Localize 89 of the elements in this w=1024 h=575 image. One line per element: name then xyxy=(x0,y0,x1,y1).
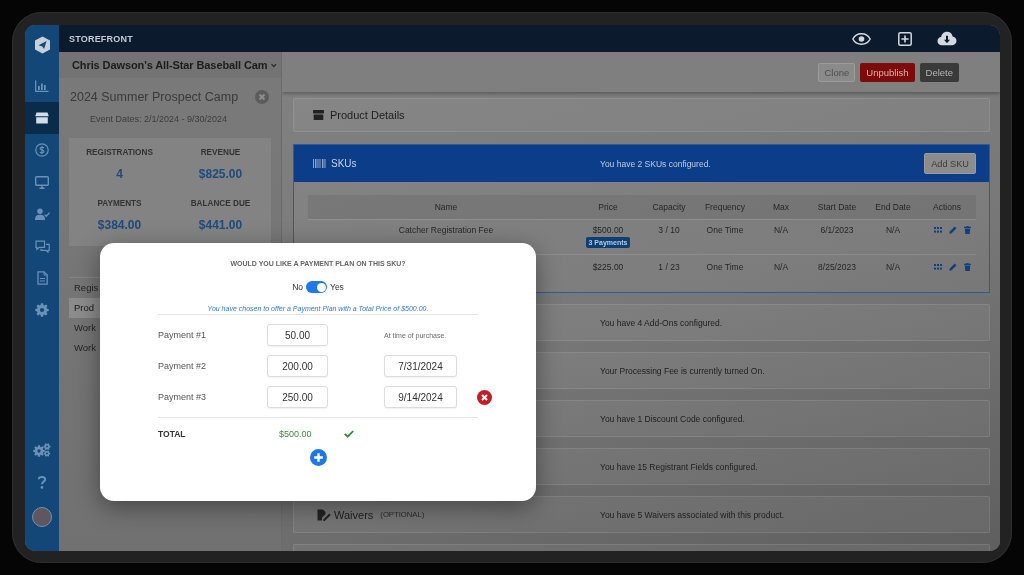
chat-bubbles-icon xyxy=(34,239,50,253)
column-header: Capacity xyxy=(652,201,686,213)
table-cell: N/A xyxy=(773,224,789,236)
grip-icon[interactable] xyxy=(934,227,942,233)
stat-value: $825.00 xyxy=(198,166,243,183)
section-title: Waivers xyxy=(334,508,374,521)
settings-icon xyxy=(35,303,49,317)
total-label: TOTAL xyxy=(158,429,187,439)
cogs-icon xyxy=(33,443,51,457)
column-header: Frequency xyxy=(704,201,746,213)
chevron-down-icon xyxy=(271,62,277,68)
stat-label: BALANCE DUE xyxy=(190,198,251,210)
add-icon[interactable] xyxy=(898,31,912,46)
table-cell: N/A xyxy=(885,224,901,236)
payment-label: Payment #2 xyxy=(158,361,208,371)
column-header: Max xyxy=(772,201,790,213)
payment-label: Payment #1 xyxy=(158,330,208,340)
stat-label: REVENUE xyxy=(200,147,241,159)
dollar-coin-icon xyxy=(35,143,49,157)
organization-select[interactable]: Chris Dawson's All-Star Baseball Cam xyxy=(59,52,281,78)
section-summary: You have 1 Discount Code configured. xyxy=(600,413,746,424)
toggle-switch[interactable] xyxy=(306,281,327,293)
payment-label: Payment #3 xyxy=(158,392,208,402)
stat-value: $441.00 xyxy=(198,217,243,234)
table-cell: 3 / 10 xyxy=(658,224,680,236)
trash-icon[interactable] xyxy=(964,226,971,234)
close-icon[interactable] xyxy=(255,90,269,104)
pencil-icon[interactable] xyxy=(949,263,957,271)
table-cell: 8/25/2023 xyxy=(818,261,856,273)
amount-field[interactable]: 200.00 xyxy=(267,355,328,377)
column-header: Name xyxy=(434,201,458,213)
section-summary: You have 4 Add-Ons configured. xyxy=(600,317,724,328)
amount-field[interactable]: 50.00 xyxy=(267,324,328,346)
document-pen-icon xyxy=(317,508,331,521)
barcode-icon xyxy=(313,159,326,168)
column-header: Start Date xyxy=(817,201,857,213)
cloud-download-icon[interactable] xyxy=(937,31,957,46)
date-field[interactable]: 9/14/2024 xyxy=(384,386,457,408)
date-field[interactable]: 7/31/2024 xyxy=(384,355,457,377)
amount-field[interactable]: 250.00 xyxy=(267,386,328,408)
storefront-icon xyxy=(35,112,49,124)
toggle-label: Yes xyxy=(330,282,344,292)
section-summary: Your Processing Fee is currently turned On. xyxy=(600,365,766,376)
action-button[interactable]: Unpublish xyxy=(860,62,915,82)
event-title: 2024 Summer Prospect Camp xyxy=(70,90,239,104)
column-header: End Date xyxy=(875,201,911,213)
avatar[interactable] xyxy=(32,507,52,527)
stat-label: REGISTRATIONS xyxy=(86,147,153,159)
document-icon xyxy=(36,271,48,285)
panel-title: SKUs xyxy=(331,158,357,169)
stat-value: 4 xyxy=(116,166,123,183)
column-header: Price xyxy=(598,201,618,213)
nav-item[interactable]: Regis xyxy=(69,278,100,298)
trash-icon[interactable] xyxy=(964,263,971,271)
nav-item[interactable]: Work xyxy=(69,318,100,338)
nav-button[interactable] xyxy=(25,102,59,134)
remove-icon[interactable] xyxy=(477,389,492,405)
table-cell: Catcher Registration Fee xyxy=(398,224,494,236)
table-cell: One Time xyxy=(706,224,744,236)
table-cell: 1 / 23 xyxy=(658,261,680,273)
sku-summary: You have 2 SKUs configured. xyxy=(600,158,712,169)
stat-label: PAYMENTS xyxy=(97,198,142,210)
section-summary: You have 5 Waivers associated with this product. xyxy=(600,509,786,520)
table-cell: 6/1/2023 xyxy=(820,224,854,236)
column-header: Actions xyxy=(933,201,961,213)
logo-icon xyxy=(33,36,51,54)
nav-item[interactable]: Prod xyxy=(69,298,100,318)
pencil-icon[interactable] xyxy=(949,226,957,234)
page-title: STOREFRONT xyxy=(69,33,133,44)
table-cell: One Time xyxy=(706,261,744,273)
monitor-icon xyxy=(35,175,49,189)
nav-item[interactable]: Work xyxy=(69,338,100,358)
stat-value: $384.00 xyxy=(97,217,142,234)
user-check-icon xyxy=(34,208,50,220)
table-cell: N/A xyxy=(773,261,789,273)
table-cell: $500.00 xyxy=(592,224,624,236)
table-cell: N/A xyxy=(885,261,901,273)
toggle-label: No xyxy=(292,282,303,292)
eye-icon[interactable] xyxy=(852,32,871,45)
add-sku-button[interactable]: Add SKU xyxy=(924,153,976,174)
panel-title: Product Details xyxy=(330,109,405,121)
grip-icon[interactable] xyxy=(934,264,942,270)
help-icon[interactable] xyxy=(37,475,47,489)
section-summary: You have 15 Registrant Fields configured. xyxy=(600,461,759,472)
bar-chart-icon xyxy=(35,80,49,92)
box-icon xyxy=(313,110,324,120)
table-cell: $225.00 xyxy=(592,261,624,273)
action-button[interactable]: Delete xyxy=(919,62,959,82)
total-value: $500.00 xyxy=(279,429,313,439)
